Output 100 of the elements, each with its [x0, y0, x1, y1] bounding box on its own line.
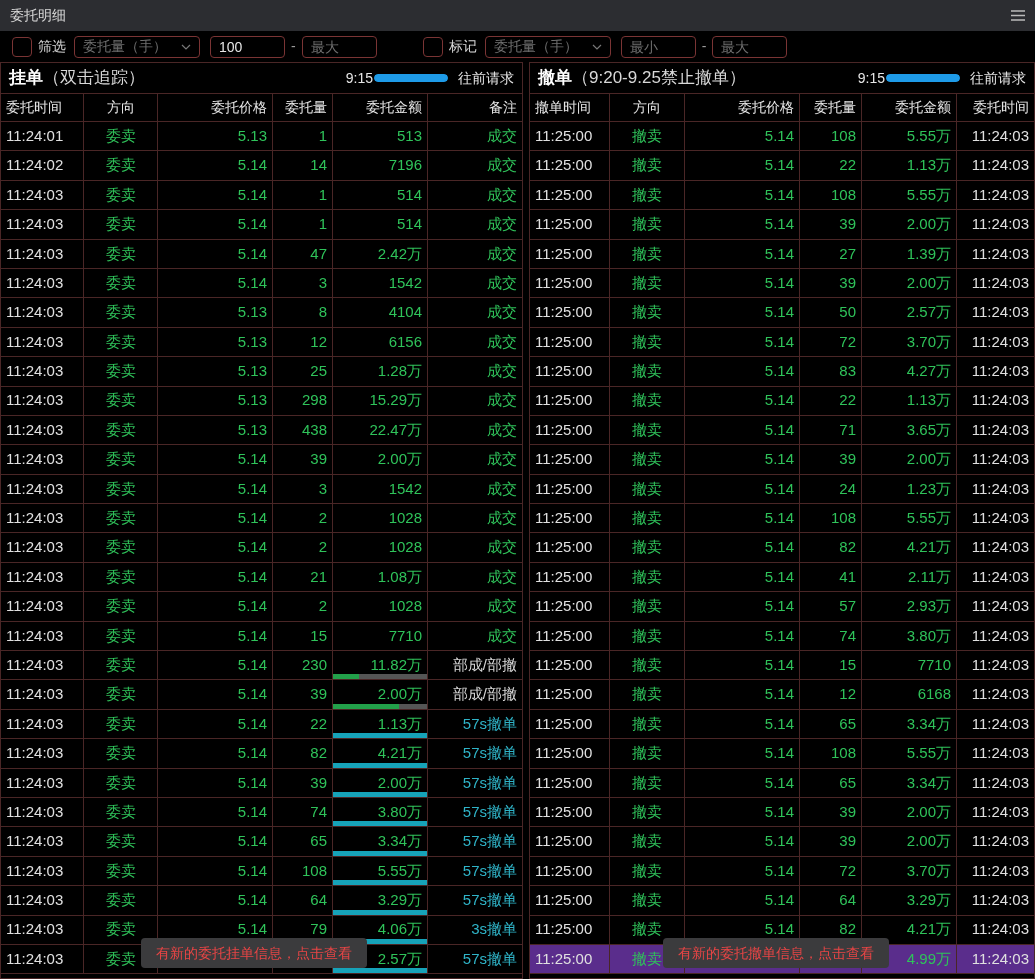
- table-row[interactable]: 11:25:00 撤卖 5.14 72 3.70万 11:24:03: [530, 856, 1034, 887]
- note-cell-text: 3s撤单: [471, 919, 517, 940]
- load-earlier-button[interactable]: 往前请求: [970, 67, 1026, 89]
- range-field[interactable]: 最大: [712, 35, 788, 58]
- table-row[interactable]: 11:24:03 委卖 5.14 3 1542 成交: [1, 268, 522, 299]
- table-row[interactable]: 11:24:03 委卖 5.14 2 1028 成交: [1, 533, 522, 563]
- table-row[interactable]: 11:24:03 委卖 5.14 65 3.34万 57s撤单: [1, 827, 522, 857]
- price-cell-text: 5.14: [237, 919, 267, 940]
- table-row[interactable]: 11:25:00 撤卖 5.14 12 6168 11:24:03: [530, 680, 1034, 710]
- amount-cell-text: 1.39万: [906, 243, 951, 264]
- table-row[interactable]: 11:24:03 委卖 5.14 22 1.13万 57s撤单: [1, 709, 522, 740]
- table-row[interactable]: 11:24:03 委卖 5.14 39 2.00万 部成/部撤: [1, 680, 522, 710]
- table-row[interactable]: 11:24:03 委卖 5.14 2 1028 成交: [1, 592, 522, 622]
- column-header: 委托金额: [333, 94, 428, 121]
- table-row[interactable]: 11:24:03 委卖 5.14 21 1.08万 成交: [1, 562, 522, 593]
- table-row[interactable]: 11:24:03 委卖 5.14 47 2.42万 成交: [1, 239, 522, 269]
- table-row[interactable]: 11:25:00 撤卖 5.14 15 7710 11:24:03: [530, 651, 1034, 681]
- time-cell-text: 11:25:00: [535, 390, 593, 411]
- table-row[interactable]: 11:25:00 撤卖 5.14 50 2.57万 11:24:03: [530, 298, 1034, 328]
- price-cell-text: 5.14: [764, 125, 794, 146]
- table-row[interactable]: 11:25:00 撤卖 5.14 108 5.55万 11:24:03: [530, 180, 1034, 211]
- direction-cell-text: 委卖: [105, 919, 136, 940]
- quantity-dropdown[interactable]: 委托量（手）: [74, 35, 200, 58]
- table-row[interactable]: 11:25:00 撤卖 5.14 108 5.55万 11:24:03: [530, 504, 1034, 534]
- table-row[interactable]: 11:24:03 委卖 5.13 12 6156 成交: [1, 327, 522, 358]
- direction-cell-text: 撤卖: [632, 243, 662, 264]
- direction-cell-text: 委卖: [105, 537, 136, 558]
- table-row[interactable]: 11:24:03 委卖 5.14 64 3.29万 57s撤单: [1, 886, 522, 916]
- table-row[interactable]: 11:25:00 撤卖 5.14 39 2.00万 11:24:03: [530, 445, 1034, 475]
- table-row[interactable]: 11:25:00 撤卖 5.14 22 1.13万 11:24:03: [530, 386, 1034, 416]
- table-row[interactable]: 11:24:03 委卖 5.14 108 5.55万 57s撤单: [1, 856, 522, 887]
- table-row[interactable]: 11:24:03 委卖 5.13 438 22.47万 成交: [1, 415, 522, 446]
- range-field[interactable]: 最大: [301, 35, 377, 58]
- note-cell-text: 11:24:03: [971, 566, 1029, 587]
- table-row[interactable]: 11:25:00 撤卖 5.14 39 2.00万 11:24:03: [530, 827, 1034, 857]
- table-row[interactable]: 11:25:00 撤卖 5.14 65 3.34万 11:24:03: [530, 709, 1034, 740]
- direction-cell-text: 撤卖: [632, 743, 662, 764]
- table-row[interactable]: 11:24:03 委卖 5.14 39 2.00万 成交: [1, 445, 522, 475]
- price-cell-text: 5.14: [237, 654, 267, 675]
- table-row[interactable]: 11:24:03 委卖 5.14 1 514 成交: [1, 210, 522, 240]
- table-row[interactable]: 11:24:03 委卖 5.14 15 7710 成交: [1, 621, 522, 652]
- direction-cell-text: 撤卖: [632, 272, 662, 293]
- direction-cell-text: 撤卖: [632, 331, 662, 352]
- table-row[interactable]: 11:24:03 委卖 5.13 25 1.28万 成交: [1, 357, 522, 387]
- amount-cell-text: 3.34万: [906, 772, 951, 793]
- range-field[interactable]: 100: [210, 35, 285, 58]
- table-row[interactable]: 11:24:03 委卖 5.14 3 1542 成交: [1, 474, 522, 505]
- price-cell-text: 5.14: [764, 449, 794, 470]
- quantity-cell-text: 47: [310, 243, 327, 264]
- note-cell-text: 57s撤单: [462, 772, 517, 793]
- table-row[interactable]: 11:25:00 撤卖 5.14 27 1.39万 11:24:03: [530, 239, 1034, 269]
- table-row[interactable]: 11:24:03 委卖 5.14 82 4.21万 57s撤单: [1, 739, 522, 769]
- table-row[interactable]: 11:25:00 撤卖 5.14 108 5.55万 11:24:03: [530, 122, 1034, 152]
- table-row[interactable]: 11:24:03 委卖 5.14 2 1028 成交: [1, 504, 522, 534]
- amount-cell-text: 2.00万: [906, 272, 951, 293]
- quantity-cell-text: 41: [839, 566, 856, 587]
- table-row[interactable]: 11:25:00 撤卖 5.14 39 2.00万 11:24:03: [530, 798, 1034, 828]
- table-row[interactable]: 11:25:00 撤卖 5.14 65 3.34万 11:24:03: [530, 768, 1034, 798]
- note-cell-text: 57s撤单: [462, 948, 517, 969]
- quantity-dropdown[interactable]: 委托量（手）: [484, 35, 611, 58]
- table-row[interactable]: 11:25:00 撤卖 5.14 82 4.21万 11:24:03: [530, 533, 1034, 563]
- table-row[interactable]: 11:24:03 委卖 5.14 230 11.82万 部成/部撤: [1, 651, 522, 681]
- price-cell-text: 5.14: [237, 684, 267, 705]
- range-field[interactable]: 最小: [620, 35, 696, 58]
- table-row[interactable]: 11:25:00 撤卖 5.14 83 4.27万 11:24:03: [530, 357, 1034, 387]
- panel-title: 挂单: [9, 67, 43, 90]
- amount-cell-text: 2.00万: [906, 449, 951, 470]
- price-cell-text: 5.14: [764, 272, 794, 293]
- table-row[interactable]: 11:25:00 撤卖 5.14 57 2.93万 11:24:03: [530, 592, 1034, 622]
- checkbox[interactable]: [422, 36, 443, 57]
- table-row[interactable]: 11:25:00 撤卖 5.14 72 3.70万 11:24:03: [530, 327, 1034, 358]
- table-row[interactable]: 11:24:03 委卖 5.13 298 15.29万 成交: [1, 386, 522, 416]
- checkbox[interactable]: [12, 36, 32, 57]
- price-cell-text: 5.14: [237, 508, 267, 528]
- table-row[interactable]: 11:24:01 委卖 5.13 1 513 成交: [1, 122, 522, 152]
- load-earlier-button[interactable]: 往前请求: [458, 67, 514, 89]
- time-cell-text: 11:25:00: [535, 713, 593, 734]
- time-cell-text: 11:25:00: [535, 566, 593, 587]
- note-cell-text: 11:24:03: [971, 860, 1029, 881]
- table-row[interactable]: 11:24:03 委卖 5.13 8 4104 成交: [1, 298, 522, 328]
- quantity-cell-text: 65: [839, 713, 856, 734]
- table-row[interactable]: 11:25:00 撤卖 5.14 108 5.55万 11:24:03: [530, 739, 1034, 769]
- table-row[interactable]: 11:25:00 撤卖 5.14 64 3.29万 11:24:03: [530, 886, 1034, 916]
- table-row[interactable]: 11:25:00 撤卖 5.14 39 2.00万 11:24:03: [530, 210, 1034, 240]
- table-row[interactable]: 11:24:03 委卖 5.14 74 3.80万 57s撤单: [1, 798, 522, 828]
- amount-cell-text: 2.93万: [906, 596, 951, 617]
- quantity-cell-text: 22: [839, 155, 856, 176]
- table-row[interactable]: 11:25:00 撤卖 5.14 41 2.11万 11:24:03: [530, 562, 1034, 593]
- table-row[interactable]: 11:24:02 委卖 5.14 14 7196 成交: [1, 151, 522, 181]
- time-cell-text: 11:24:03: [6, 331, 64, 352]
- table-row[interactable]: 11:25:00 撤卖 5.14 24 1.23万 11:24:03: [530, 474, 1034, 505]
- quantity-cell-text: 27: [839, 243, 856, 264]
- table-row[interactable]: 11:25:00 撤卖 5.14 71 3.65万 11:24:03: [530, 415, 1034, 446]
- table-row[interactable]: 11:25:00 撤卖 5.14 39 2.00万 11:24:03: [530, 268, 1034, 299]
- note-cell-text: 57s撤单: [462, 890, 517, 911]
- table-row[interactable]: 11:25:00 撤卖 5.14 22 1.13万 11:24:03: [530, 151, 1034, 181]
- menu-icon[interactable]: [1011, 10, 1025, 21]
- table-row[interactable]: 11:24:03 委卖 5.14 39 2.00万 57s撤单: [1, 768, 522, 798]
- table-row[interactable]: 11:24:03 委卖 5.14 1 514 成交: [1, 180, 522, 211]
- table-row[interactable]: 11:25:00 撤卖 5.14 74 3.80万 11:24:03: [530, 621, 1034, 652]
